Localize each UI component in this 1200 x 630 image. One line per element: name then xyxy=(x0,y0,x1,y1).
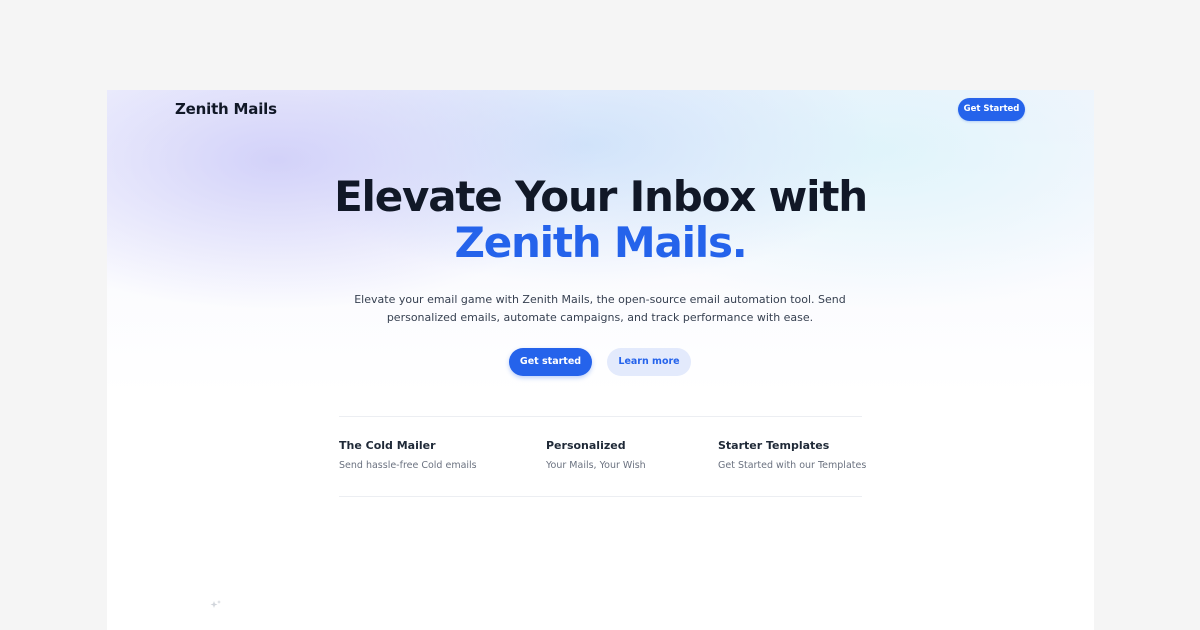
features-top-divider xyxy=(339,416,862,417)
feature-description: Your Mails, Your Wish xyxy=(546,460,646,471)
get-started-button[interactable]: Get started xyxy=(509,348,592,376)
sparkle-icon xyxy=(210,600,221,608)
learn-more-button[interactable]: Learn more xyxy=(607,348,691,376)
feature-item-personalized: Personalized Your Mails, Your Wish xyxy=(546,439,646,472)
features-bottom-divider xyxy=(339,496,862,497)
feature-description: Get Started with our Templates xyxy=(718,460,867,471)
brand-logo[interactable]: Zenith Mails xyxy=(175,100,277,118)
hero-subtitle: Elevate your email game with Zenith Mail… xyxy=(354,293,846,324)
feature-item-cold-mailer: The Cold Mailer Send hassle-free Cold em… xyxy=(339,439,477,472)
feature-title: Personalized xyxy=(546,439,626,452)
feature-title: The Cold Mailer xyxy=(339,439,436,452)
feature-description: Send hassle-free Cold emails xyxy=(339,460,477,471)
landing-page: Zenith Mails Get Started Elevate Your In… xyxy=(107,90,1094,630)
hero-title-accent: Zenith Mails. xyxy=(454,218,747,267)
feature-title: Starter Templates xyxy=(718,439,830,452)
hero-title-line: Elevate Your Inbox with xyxy=(334,172,868,221)
hero-title: Elevate Your Inbox with Zenith Mails. xyxy=(107,174,1094,266)
get-started-nav-button[interactable]: Get Started xyxy=(958,98,1025,121)
feature-item-starter-templates: Starter Templates Get Started with our T… xyxy=(718,439,866,472)
